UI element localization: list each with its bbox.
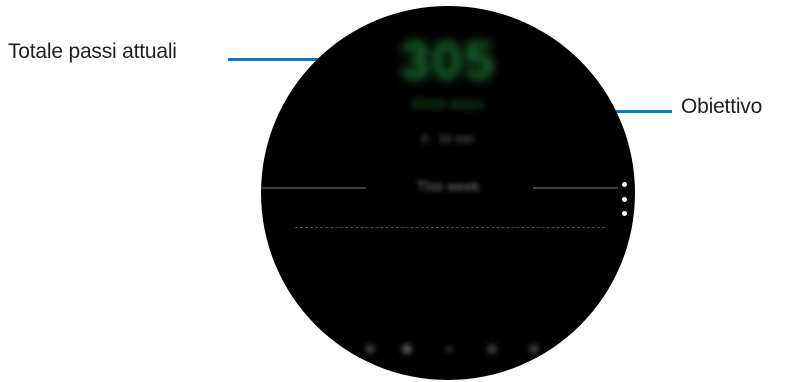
period-label: This week [416,178,480,194]
indicator-dot [446,346,452,352]
indicator-dot [529,344,539,354]
activity-duration: 0 : 10 min [421,132,475,146]
more-vertical-icon[interactable] [619,182,629,216]
watch-screen: 305 6000 steps 0 : 10 min This week [261,6,635,380]
more-dot [621,196,627,202]
chart-dashed-line [295,227,605,228]
indicator-dot [487,344,497,354]
callout-goal-label: Obiettivo [681,95,763,118]
bottom-indicator-row [261,344,635,358]
current-steps-count: 305 [399,31,497,91]
indicator-dot-active [402,344,412,354]
indicator-dot [365,344,375,354]
callout-current-steps-label: Totale passi attuali [8,40,177,63]
goal-steps-text: 6000 steps [411,96,485,113]
more-dot [621,182,627,187]
divider-right [533,187,618,189]
more-dot [621,211,627,216]
